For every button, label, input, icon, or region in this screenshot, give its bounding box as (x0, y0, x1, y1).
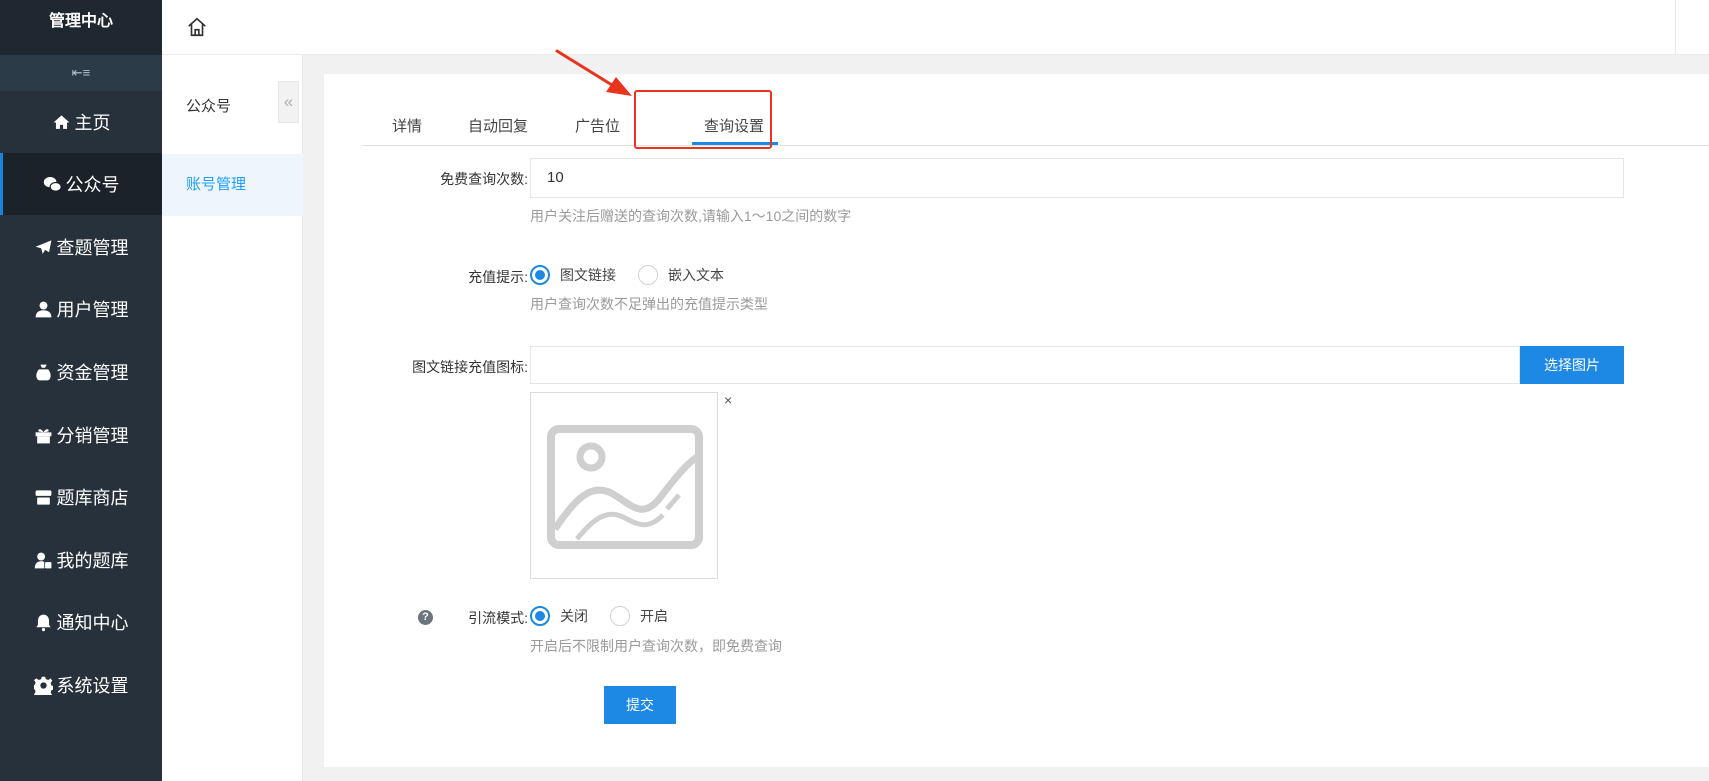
submenu: 公众号 账号管理 (162, 55, 303, 781)
sidebar-item-notice-center[interactable]: 通知中心 (0, 591, 162, 653)
indent-icon: ⇤≡ (71, 65, 91, 80)
sidebar-item-official-account[interactable]: 公众号 (0, 153, 162, 215)
money-bag-icon (35, 364, 51, 380)
free-queries-hint: 用户关注后赠送的查询次数,请输入1～10之间的数字 (530, 208, 852, 224)
brand-title: 管理中心 (0, 0, 162, 55)
radio-checked-icon (530, 606, 550, 626)
radio-unchecked-icon (638, 265, 658, 285)
radio-embedded-text[interactable]: 嵌入文本 (638, 265, 724, 285)
choose-image-button[interactable]: 选择图片 (1520, 346, 1624, 384)
annotation-highlight-box (634, 90, 772, 149)
sidebar-item-label: 通知中心 (56, 613, 129, 633)
sidebar-item-fund-manage[interactable]: 资金管理 (0, 341, 162, 403)
submenu-title: 公众号 (186, 98, 232, 115)
free-queries-label: 免费查询次数: (440, 171, 528, 187)
radio-label: 开启 (640, 608, 668, 624)
wechat-icon (43, 176, 62, 192)
user-icon (35, 301, 51, 317)
sidebar-item-question-manage[interactable]: 查题管理 (0, 216, 162, 278)
recharge-prompt-radio-group: 图文链接 嵌入文本 (530, 265, 746, 285)
gear-icon (33, 676, 53, 695)
traffic-mode-hint: 开启后不限制用户查询次数，即免费查询 (530, 638, 782, 654)
topbar-divider (1675, 0, 1676, 55)
submenu-collapse-button[interactable]: « (278, 81, 299, 123)
radio-label: 关闭 (560, 608, 588, 624)
top-bar (162, 0, 1709, 55)
tab-ad-slot[interactable]: 广告位 (575, 115, 620, 136)
gift-icon (35, 428, 51, 443)
radio-checked-icon (530, 265, 550, 285)
home-icon (53, 114, 69, 129)
recharge-prompt-hint: 用户查询次数不足弹出的充值提示类型 (530, 296, 768, 312)
sidebar-item-my-bank[interactable]: 我的题库 (0, 529, 162, 591)
tab-bar: 详情 自动回复 广告位 查询设置 (362, 102, 1709, 146)
recharge-icon-url-input[interactable] (530, 346, 1520, 384)
content-card: 详情 自动回复 广告位 查询设置 免费查询次数: 10 用户关注后赠送的查询次数… (324, 74, 1709, 767)
sidebar-item-system-settings[interactable]: 系统设置 (0, 654, 162, 716)
sidebar-item-label: 题库商店 (56, 488, 129, 508)
tab-auto-reply[interactable]: 自动回复 (468, 115, 528, 136)
sidebar-collapse-toggle[interactable]: ⇤≡ (0, 55, 162, 91)
sidebar-item-question-store[interactable]: 题库商店 (0, 466, 162, 528)
radio-on[interactable]: 开启 (610, 606, 668, 626)
submenu-item-account-manage[interactable]: 账号管理 (162, 154, 303, 216)
image-placeholder-icon (547, 425, 703, 549)
sidebar-item-label: 分销管理 (56, 426, 129, 446)
radio-off[interactable]: 关闭 (530, 606, 588, 626)
recharge-icon-label: 图文链接充值图标: (412, 359, 528, 375)
recharge-prompt-label: 充值提示: (468, 269, 528, 285)
bell-icon (35, 614, 51, 631)
sidebar: 管理中心 ⇤≡ 主页 公众号 查题管理 用户管理 资金管理 分销管理 题库商店 … (0, 0, 162, 781)
sidebar-item-label: 系统设置 (56, 676, 129, 696)
sidebar-item-distribution[interactable]: 分销管理 (0, 404, 162, 466)
traffic-mode-radio-group: 关闭 开启 (530, 606, 690, 626)
user-book-icon (34, 552, 51, 568)
sidebar-item-label: 公众号 (65, 175, 120, 195)
image-preview (530, 392, 718, 579)
radio-label: 图文链接 (560, 267, 616, 283)
home-outline-icon[interactable] (186, 16, 208, 38)
sidebar-item-home[interactable]: 主页 (0, 91, 162, 153)
radio-unchecked-icon (610, 606, 630, 626)
radio-label: 嵌入文本 (668, 267, 724, 283)
sidebar-item-label: 主页 (74, 113, 111, 133)
radio-rich-link[interactable]: 图文链接 (530, 265, 616, 285)
help-icon[interactable]: ? (418, 610, 433, 625)
free-queries-input[interactable]: 10 (530, 158, 1624, 198)
sidebar-item-label: 查题管理 (56, 238, 129, 258)
sidebar-item-label: 我的题库 (56, 551, 129, 571)
store-icon (35, 489, 51, 505)
paper-plane-icon (35, 239, 51, 254)
sidebar-item-label: 用户管理 (56, 300, 129, 320)
traffic-mode-label: 引流模式: (468, 610, 528, 626)
tab-details[interactable]: 详情 (392, 115, 422, 136)
remove-image-button[interactable]: × (724, 392, 732, 408)
sidebar-item-label: 资金管理 (56, 363, 129, 383)
submit-button[interactable]: 提交 (604, 686, 676, 724)
sidebar-item-user-manage[interactable]: 用户管理 (0, 278, 162, 340)
